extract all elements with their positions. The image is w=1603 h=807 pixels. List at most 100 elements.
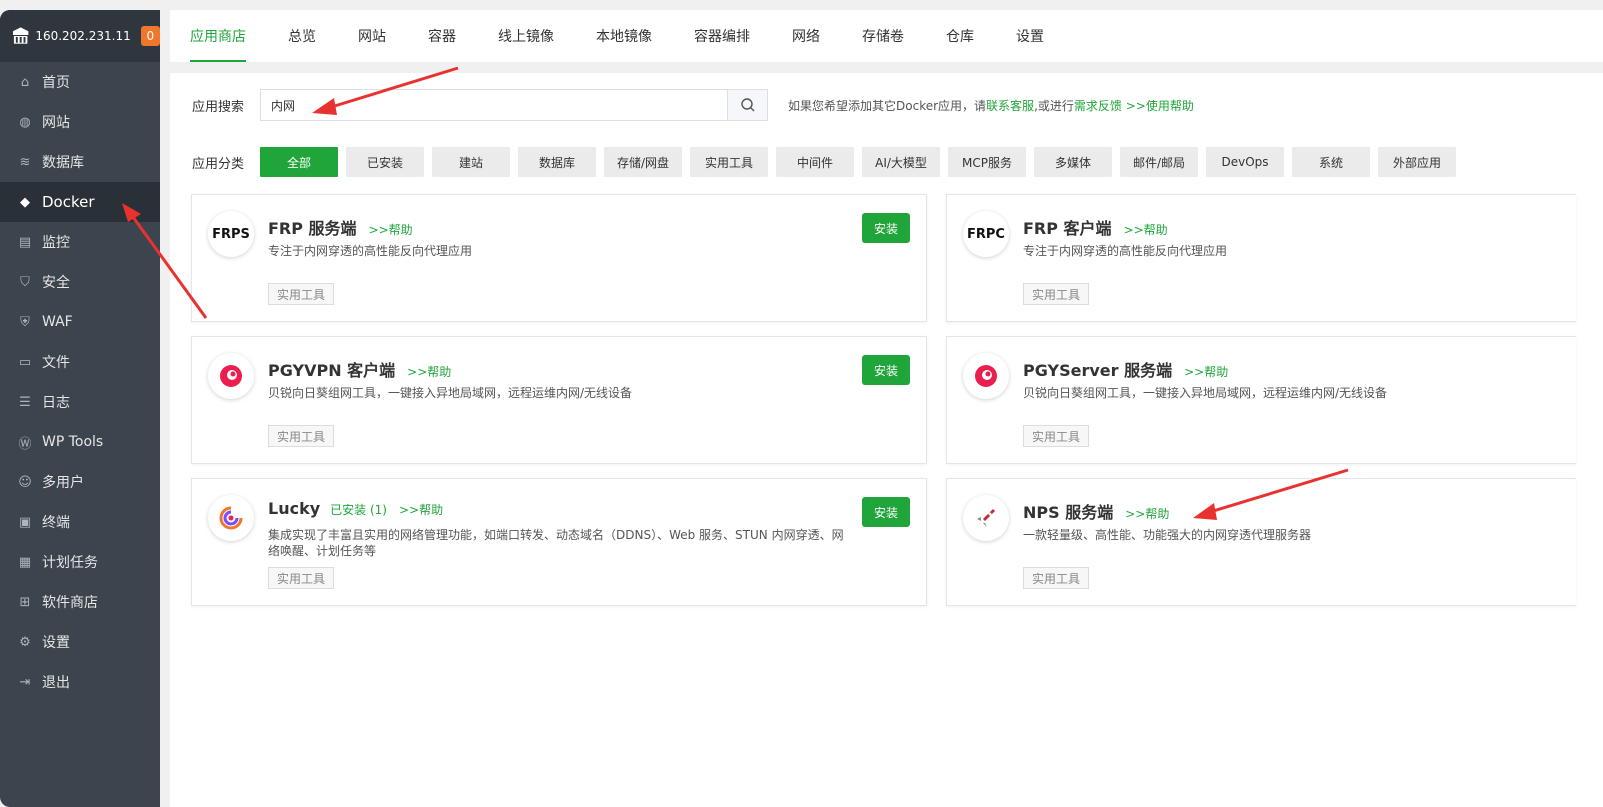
sidebar-item-label: 数据库 (42, 155, 84, 171)
notification-badge[interactable]: 0 (140, 26, 160, 46)
category-devops[interactable]: DevOps (1206, 147, 1285, 177)
sidebar-item-database[interactable]: ≋ 数据库 (0, 142, 160, 182)
category-system[interactable]: 系统 (1292, 147, 1371, 177)
tab-settings[interactable]: 设置 (1016, 10, 1044, 62)
category-label: 应用分类 (192, 156, 245, 172)
tab-local-images[interactable]: 本地镜像 (596, 10, 652, 62)
tab-app-store[interactable]: 应用商店 (190, 10, 246, 62)
tab-network[interactable]: 网络 (792, 10, 820, 62)
app-name: Lucky (268, 499, 321, 518)
feedback-link[interactable]: 需求反馈 (1074, 99, 1122, 113)
search-button[interactable] (727, 90, 768, 120)
sidebar-item-terminal[interactable]: ▣ 终端 (0, 502, 160, 542)
search-input[interactable] (261, 90, 728, 120)
sidebar-item-label: 首页 (42, 75, 70, 91)
server-logo-icon (12, 27, 29, 44)
sidebar-item-files[interactable]: ▭ 文件 (0, 342, 160, 382)
app-card-frps: FRPS FRP 服务端 >>帮助 专注于内网穿透的高性能反向代理应用 实用工具… (191, 194, 927, 322)
sidebar-item-label: 软件商店 (42, 595, 98, 611)
tab-overview[interactable]: 总览 (288, 10, 316, 62)
tab-compose[interactable]: 容器编排 (694, 10, 750, 62)
globe-icon: ◍ (19, 114, 31, 130)
calendar-icon: ▦ (18, 554, 32, 570)
nps-app-icon (963, 495, 1009, 541)
category-media[interactable]: 多媒体 (1034, 147, 1113, 177)
contact-support-link[interactable]: 联系客服 (986, 99, 1034, 113)
app-description: 贝锐向日葵组网工具，一键接入异地局域网，远程运维内网/无线设备 (1023, 386, 1388, 400)
category-database[interactable]: 数据库 (518, 147, 597, 177)
app-help-link[interactable]: >>帮助 (1125, 505, 1169, 522)
sidebar-item-logout[interactable]: ⇥ 退出 (0, 662, 160, 702)
sidebar-item-waf[interactable]: ⛨ WAF (0, 302, 160, 342)
tab-volumes[interactable]: 存储卷 (862, 10, 904, 62)
search-label: 应用搜索 (192, 99, 245, 115)
app-card-frpc: FRPC FRP 客户端 >>帮助 专注于内网穿透的高性能反向代理应用 实用工具 (946, 194, 1576, 322)
sidebar-item-label: WAF (42, 314, 73, 330)
wordpress-icon: Ⓦ (18, 436, 32, 452)
sidebar-item-label: 文件 (42, 355, 70, 371)
app-help-link[interactable]: >>帮助 (369, 221, 413, 238)
sidebar-item-wp-tools[interactable]: Ⓦ WP Tools (0, 422, 160, 462)
app-help-link[interactable]: >>帮助 (407, 363, 451, 380)
sidebar-item-cron[interactable]: ▦ 计划任务 (0, 542, 160, 582)
category-ai[interactable]: AI/大模型 (862, 147, 941, 177)
app-card-lucky: Lucky 已安装 (1) >>帮助 集成实现了丰富且实用的网络管理功能，如端口… (191, 478, 927, 606)
installed-count[interactable]: 已安装 (1) (330, 501, 387, 518)
sidebar-item-home[interactable]: ⌂ 首页 (0, 62, 160, 102)
app-help-link[interactable]: >>帮助 (1184, 363, 1228, 380)
database-icon: ≋ (19, 154, 31, 170)
logout-icon: ⇥ (19, 674, 31, 690)
sidebar-item-label: 安全 (42, 275, 70, 291)
tab-online-images[interactable]: 线上镜像 (498, 10, 554, 62)
app-title: PGYVPN 客户端 >>帮助 (268, 357, 451, 381)
sidebar-item-label: 退出 (42, 675, 70, 691)
frps-app-icon: FRPS (208, 211, 254, 257)
tab-registry[interactable]: 仓库 (946, 10, 974, 62)
sidebar: 160.202.231.11 0 ⌂ 首页 ◍ 网站 ≋ 数据库 ◆ Docker ▤ 监… (0, 10, 160, 807)
install-button[interactable]: 安装 (862, 355, 910, 385)
usage-help-link[interactable]: >>使用帮助 (1122, 99, 1194, 113)
terminal-icon: ▣ (18, 514, 32, 530)
sidebar-item-multi-user[interactable]: ☺ 多用户 (0, 462, 160, 502)
frpc-app-icon: FRPC (963, 211, 1009, 257)
folder-icon: ▭ (18, 354, 32, 370)
app-title: FRP 客户端 >>帮助 (1023, 215, 1168, 239)
sidebar-item-settings[interactable]: ⚙ 设置 (0, 622, 160, 662)
sidebar-menu: ⌂ 首页 ◍ 网站 ≋ 数据库 ◆ Docker ▤ 监控 ⛉ 安全 ⛨ WAF ▭ 文件 ☰ 日… (0, 62, 160, 702)
sidebar-item-logs[interactable]: ☰ 日志 (0, 382, 160, 422)
category-installed[interactable]: 已安装 (346, 147, 425, 177)
waf-icon: ⛨ (20, 314, 30, 330)
app-help-link[interactable]: >>帮助 (399, 501, 443, 518)
category-storage[interactable]: 存储/网盘 (604, 147, 683, 177)
category-all[interactable]: 全部 (260, 147, 339, 177)
install-button[interactable]: 安装 (862, 213, 910, 243)
sidebar-item-docker[interactable]: ◆ Docker (0, 182, 160, 222)
sidebar-item-website[interactable]: ◍ 网站 (0, 102, 160, 142)
tab-containers[interactable]: 容器 (428, 10, 456, 62)
sidebar-item-label: WP Tools (42, 434, 104, 450)
category-mail[interactable]: 邮件/邮局 (1120, 147, 1199, 177)
category-site[interactable]: 建站 (432, 147, 511, 177)
app-card-pgyvpn: PGYVPN 客户端 >>帮助 贝锐向日葵组网工具，一键接入异地局域网，远程运维… (191, 336, 927, 464)
app-card-nps: NPS 服务端 >>帮助 一款轻量级、高性能、功能强大的内网穿透代理服务器 实用… (946, 478, 1576, 606)
sidebar-item-security[interactable]: ⛉ 安全 (0, 262, 160, 302)
category-mcp[interactable]: MCP服务 (948, 147, 1027, 177)
sidebar-item-label: 日志 (42, 395, 70, 411)
search-icon (740, 98, 755, 112)
lucky-app-icon (208, 495, 254, 541)
rocket-icon (977, 509, 995, 527)
tab-website[interactable]: 网站 (358, 10, 386, 62)
grid-icon: ⊞ (19, 594, 31, 610)
docker-tabs: 应用商店 总览 网站 容器 线上镜像 本地镜像 容器编排 网络 存储卷 仓库 设… (170, 10, 1603, 62)
sidebar-item-monitor[interactable]: ▤ 监控 (0, 222, 160, 262)
category-external[interactable]: 外部应用 (1378, 147, 1457, 177)
app-help-link[interactable]: >>帮助 (1124, 221, 1168, 238)
app-store-panel: 应用搜索 如果您希望添加其它Docker应用，请联系客服,或进行需求反馈 >>使… (170, 73, 1603, 807)
category-middleware[interactable]: 中间件 (776, 147, 855, 177)
install-button[interactable]: 安装 (862, 497, 910, 527)
sidebar-item-app-store[interactable]: ⊞ 软件商店 (0, 582, 160, 622)
app-name: FRP 服务端 (268, 219, 357, 238)
search-box (260, 89, 769, 121)
category-tools[interactable]: 实用工具 (690, 147, 769, 177)
pgyvpn-app-icon (208, 353, 254, 399)
